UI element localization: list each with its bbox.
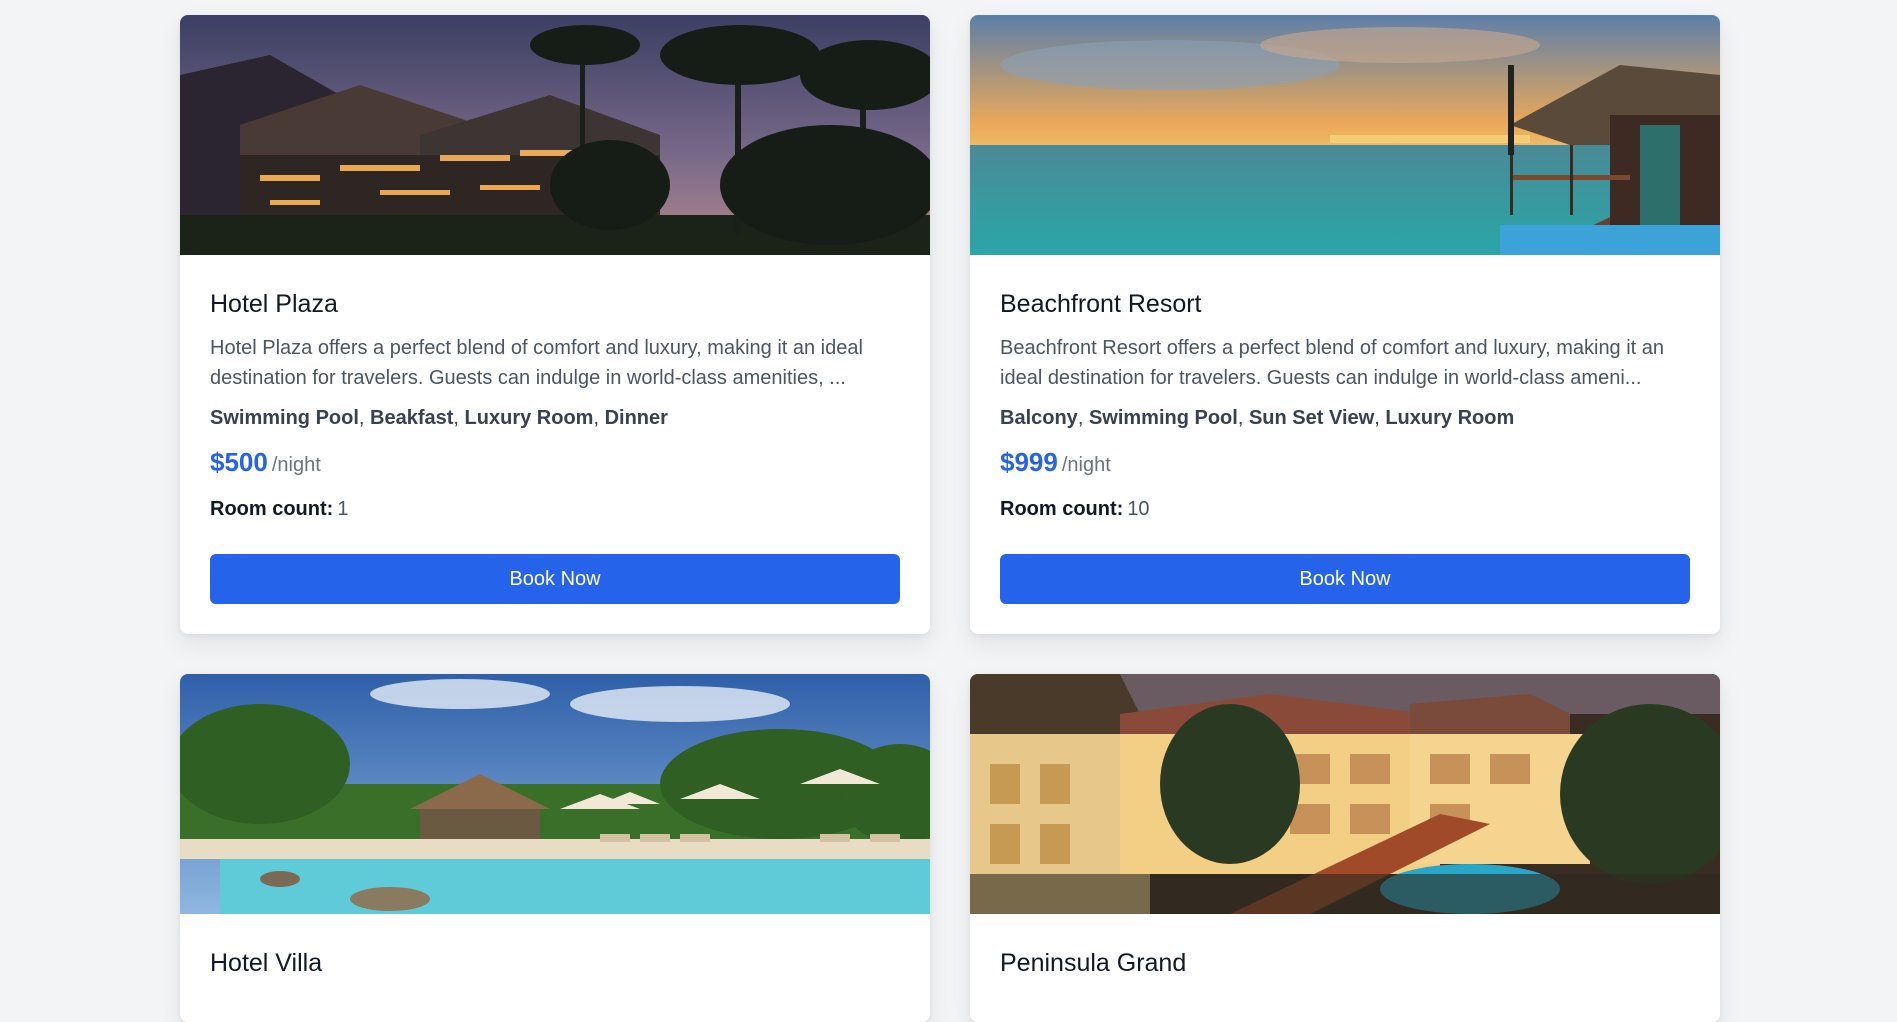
hotel-photo [970,674,1720,914]
hotel-card: Beachfront Resort Beachfront Resort offe… [970,15,1720,634]
amenity-item: Luxury Room [1385,407,1515,429]
book-now-button[interactable]: Book Now [210,554,900,604]
room-count-label: Room count: [210,498,334,520]
amenity-list: Swimming Pool, Beakfast, Luxury Room, Di… [210,407,668,429]
hotel-name: Hotel Plaza [210,290,338,318]
hotel-name: Beachfront Resort [1000,290,1202,318]
amenity-item: Swimming Pool [210,407,359,429]
room-count: Room count: 1 [210,494,900,524]
amenity-list: Balcony, Swimming Pool, Sun Set View, Lu… [1000,407,1515,429]
hotel-card: Hotel Plaza Hotel Plaza offers a perfect… [180,15,930,634]
amenity-item: Swimming Pool [1088,407,1238,429]
hotel-name: Hotel Villa [210,949,323,977]
price-unit: /night [1061,454,1111,476]
hotel-card-grid: Hotel Plaza Hotel Plaza offers a perfect… [180,15,1720,1022]
amenity-item: Dinner [604,407,668,429]
amenity-item: Luxury Room [464,407,594,429]
amenity-item: Balcony [1000,407,1078,429]
hotel-photo [970,15,1720,255]
hotel-description: Beachfront Resort offers a perfect blend… [1000,337,1665,389]
price-row: $500/night [210,445,900,484]
hotel-photo [180,674,930,914]
amenity-item: Sun Set View [1248,407,1375,429]
room-count-value: 1 [337,498,349,520]
hotel-photo [180,15,930,255]
amenity-item: Beakfast [370,407,454,429]
hotel-description: Hotel Plaza offers a perfect blend of co… [210,337,863,389]
hotel-card: Peninsula Grand [970,674,1720,1022]
price: $500 [210,447,268,477]
room-count: Room count: 10 [1000,494,1690,524]
book-now-button[interactable]: Book Now [1000,554,1690,604]
hotel-card: Hotel Villa [180,674,930,1022]
price: $999 [1000,447,1058,477]
hotel-name: Peninsula Grand [1000,949,1187,977]
room-count-value: 10 [1127,498,1150,520]
price-unit: /night [271,454,321,476]
price-row: $999/night [1000,445,1690,484]
room-count-label: Room count: [1000,498,1124,520]
